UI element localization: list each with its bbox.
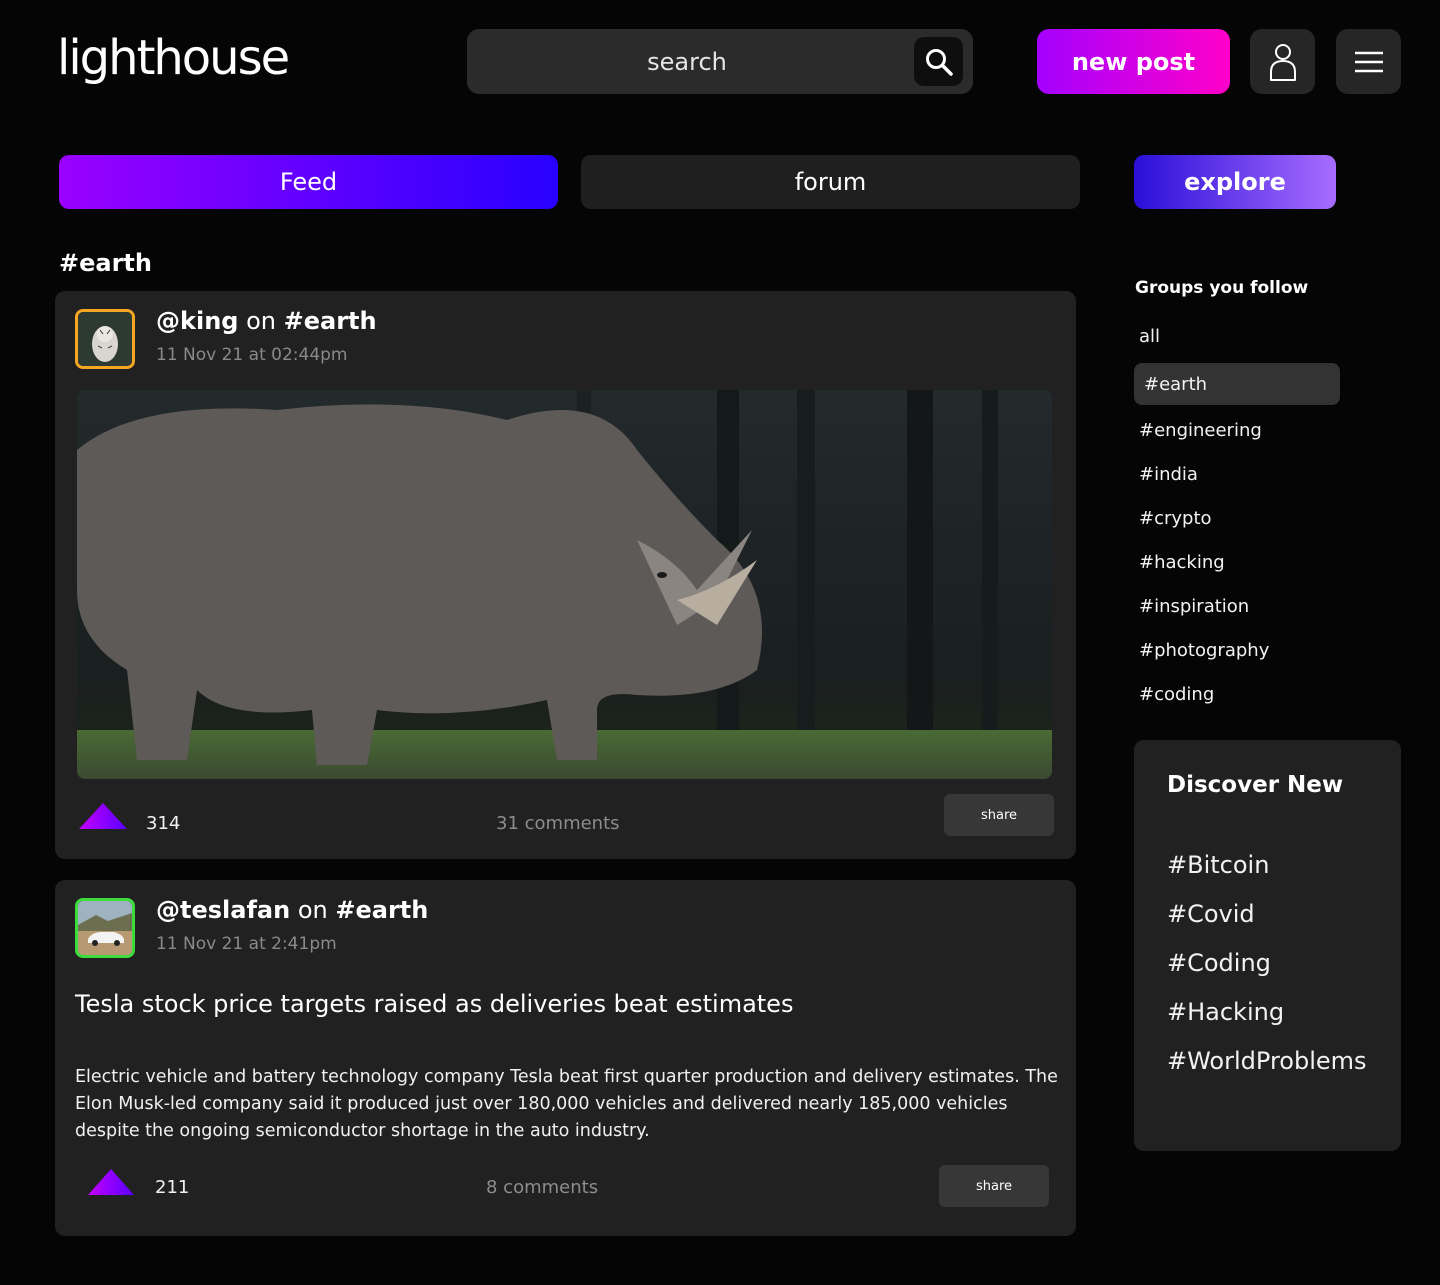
group-item-earth[interactable]: #earth [1134, 363, 1340, 405]
vote-count: 314 [146, 813, 181, 834]
group-item-india[interactable]: #india [1134, 453, 1340, 495]
share-button[interactable]: share [939, 1165, 1049, 1207]
post-group[interactable]: #earth [284, 307, 377, 335]
discover-panel: Discover New #Bitcoin #Covid #Coding #Ha… [1134, 740, 1401, 1151]
discover-item-worldproblems[interactable]: #WorldProblems [1167, 1047, 1367, 1075]
vote-count: 211 [155, 1177, 190, 1198]
post-card: @teslafan on #earth 11 Nov 21 at 2:41pm … [55, 880, 1076, 1236]
search-icon [925, 48, 953, 76]
post-on-label: on [297, 896, 328, 924]
menu-button[interactable] [1336, 29, 1401, 94]
group-item-engineering[interactable]: #engineering [1134, 409, 1340, 451]
rhino-photo [77, 390, 1052, 779]
post-author[interactable]: @teslafan [156, 896, 290, 924]
upvote-icon[interactable] [88, 1169, 134, 1195]
share-button[interactable]: share [944, 794, 1054, 836]
discover-item-covid[interactable]: #Covid [1167, 900, 1255, 928]
post-body: Electric vehicle and battery technology … [75, 1067, 1058, 1141]
group-item-photography[interactable]: #photography [1134, 629, 1340, 671]
discover-item-hacking[interactable]: #Hacking [1167, 998, 1284, 1026]
group-item-coding[interactable]: #coding [1134, 673, 1340, 715]
upvote-icon[interactable] [79, 803, 127, 829]
post-header: @teslafan on #earth [156, 896, 428, 924]
post-on-label: on [246, 307, 276, 335]
post-author[interactable]: @king [156, 307, 238, 335]
groups-title: Groups you follow [1135, 278, 1309, 298]
group-item-all[interactable]: all [1134, 315, 1340, 357]
post-card: @king on #earth 11 Nov 21 at 02:44pm 314… [55, 291, 1076, 859]
search-button[interactable] [914, 37, 963, 86]
comments-link[interactable]: 8 comments [486, 1177, 598, 1198]
post-header: @king on #earth [156, 307, 377, 335]
app-logo[interactable]: lighthouse [57, 30, 290, 86]
search-input[interactable] [467, 29, 907, 94]
new-post-button[interactable]: new post [1037, 29, 1230, 94]
search-bar [467, 29, 973, 94]
post-group[interactable]: #earth [335, 896, 428, 924]
post-image[interactable] [77, 390, 1052, 779]
car-avatar-image [78, 901, 132, 955]
explore-button[interactable]: explore [1134, 155, 1336, 209]
discover-item-coding[interactable]: #Coding [1167, 949, 1271, 977]
post-date: 11 Nov 21 at 2:41pm [156, 934, 337, 954]
avatar[interactable] [75, 309, 135, 369]
post-headline[interactable]: Tesla stock price targets raised as deli… [75, 990, 793, 1018]
tab-forum[interactable]: forum [581, 155, 1080, 209]
feed-title: #earth [59, 249, 152, 277]
avatar[interactable] [75, 898, 135, 958]
post-date: 11 Nov 21 at 02:44pm [156, 345, 348, 365]
profile-button[interactable] [1250, 29, 1315, 94]
group-item-inspiration[interactable]: #inspiration [1134, 585, 1340, 627]
discover-item-bitcoin[interactable]: #Bitcoin [1167, 851, 1269, 879]
user-icon [1269, 43, 1296, 81]
tab-feed[interactable]: Feed [59, 155, 558, 209]
group-item-hacking[interactable]: #hacking [1134, 541, 1340, 583]
menu-icon [1354, 51, 1383, 72]
group-item-crypto[interactable]: #crypto [1134, 497, 1340, 539]
comments-link[interactable]: 31 comments [496, 813, 620, 834]
tiger-avatar-image [78, 312, 132, 366]
discover-title: Discover New [1167, 772, 1344, 798]
